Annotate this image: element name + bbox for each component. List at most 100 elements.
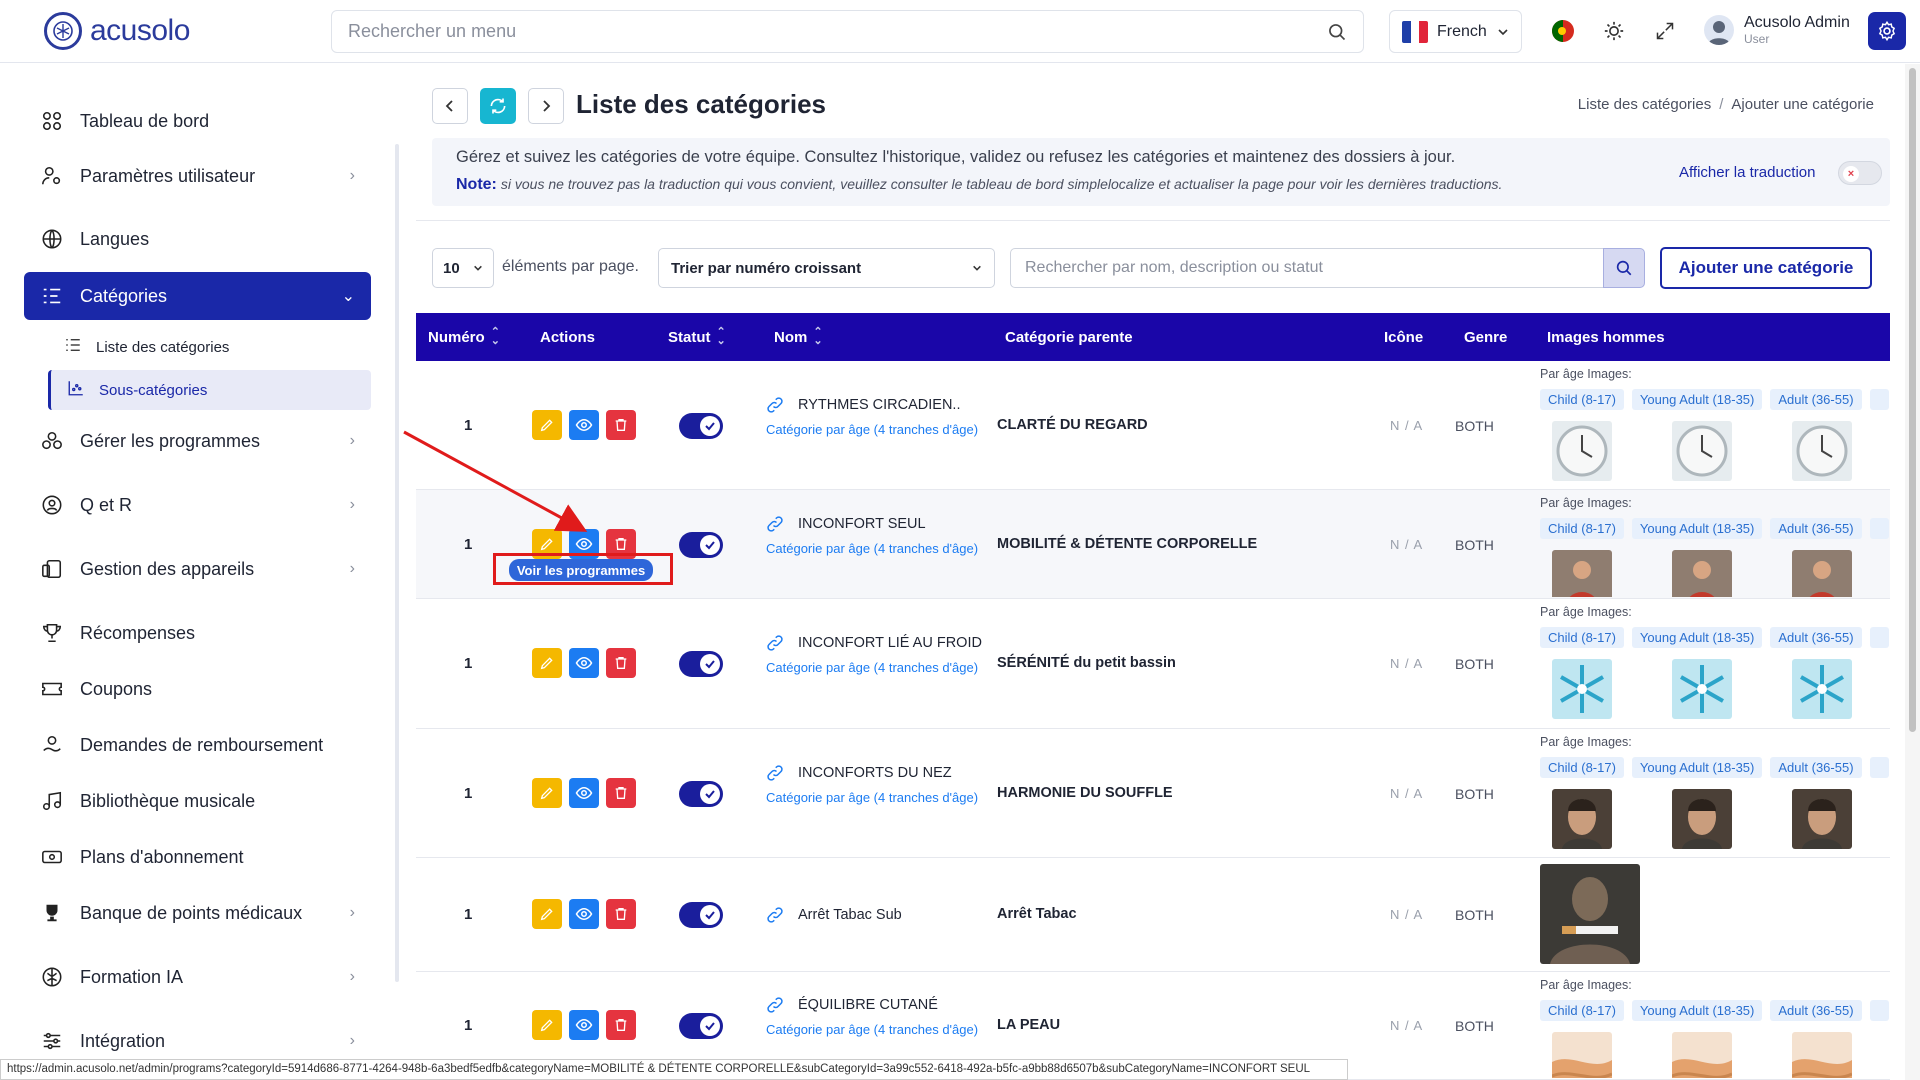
breadcrumb-item[interactable]: Liste des catégories <box>1578 96 1711 113</box>
status-toggle[interactable] <box>679 1013 723 1039</box>
status-toggle[interactable] <box>679 532 723 558</box>
age-thumbnail-image[interactable] <box>1552 659 1612 719</box>
sidebar-item-refund-requests[interactable]: Demandes de remboursement <box>24 721 371 769</box>
forward-button[interactable] <box>528 88 564 124</box>
age-thumbnail-image[interactable] <box>1792 550 1852 597</box>
sidebar-item-categories[interactable]: Catégories ⌄ <box>24 272 371 320</box>
view-programs-button[interactable] <box>569 1010 599 1040</box>
name-cell: ÉQUILIBRE CUTANÉ Catégorie par âge (4 tr… <box>766 996 996 1038</box>
sidebar-item-music-library[interactable]: Bibliothèque musicale <box>24 777 371 825</box>
sidebar-item-label: Gestion des appareils <box>80 558 255 579</box>
status-toggle[interactable] <box>679 902 723 928</box>
breadcrumb-item[interactable]: Ajouter une catégorie <box>1731 96 1874 113</box>
name-cell: INCONFORTS DU NEZ Catégorie par âge (4 t… <box>766 764 996 806</box>
age-thumbnail-image[interactable] <box>1792 1032 1852 1078</box>
eye-icon <box>575 418 593 432</box>
sidebar-scrollbar[interactable] <box>395 144 399 982</box>
sidebar-item-subscription-plans[interactable]: Plans d'abonnement <box>24 833 371 881</box>
translation-toggle[interactable]: × <box>1838 161 1882 185</box>
men-images-cell <box>1540 864 1890 966</box>
sidebar-item-ai-training[interactable]: Formation IA › <box>24 953 371 1001</box>
sidebar-item-user-settings[interactable]: Paramètres utilisateur › <box>24 152 371 200</box>
search-button[interactable] <box>1603 248 1645 288</box>
sidebar-item-medical-points[interactable]: Banque de points médicaux › <box>24 889 371 937</box>
status-toggle[interactable] <box>679 413 723 439</box>
eye-icon <box>575 786 593 800</box>
portugal-flag-icon[interactable] <box>1548 16 1578 46</box>
language-select[interactable]: French <box>1389 10 1522 53</box>
column-header-number[interactable]: Numéro ⌃ ⌄ <box>428 313 500 361</box>
sidebar-item-dashboard[interactable]: Tableau de bord <box>24 97 371 145</box>
sidebar-item-coupons[interactable]: Coupons <box>24 665 371 713</box>
column-header-name[interactable]: Nom ⌃ ⌄ <box>774 313 823 361</box>
age-thumbnail-image[interactable] <box>1672 659 1732 719</box>
age-thumbnail-image[interactable] <box>1552 1032 1612 1078</box>
sidebar-item-qa[interactable]: Q et R › <box>24 481 371 529</box>
view-programs-button[interactable] <box>569 648 599 678</box>
age-thumbnail-image[interactable] <box>1792 421 1852 481</box>
delete-button[interactable] <box>606 410 636 440</box>
scatter-chart-icon <box>67 379 85 401</box>
age-category-link[interactable]: Catégorie par âge (4 tranches d'âge) <box>766 422 996 438</box>
age-images-heading: Par âge Images: <box>1540 367 1632 381</box>
theme-sun-icon[interactable] <box>1599 16 1629 46</box>
age-thumbnail-image[interactable] <box>1672 421 1732 481</box>
status-toggle[interactable] <box>679 651 723 677</box>
subcategory-name: INCONFORT SEUL <box>798 516 926 532</box>
back-button[interactable] <box>432 88 468 124</box>
view-programs-button[interactable] <box>569 410 599 440</box>
age-category-link[interactable]: Catégorie par âge (4 tranches d'âge) <box>766 1022 996 1038</box>
age-thumbnail-image[interactable] <box>1552 789 1612 849</box>
edit-button[interactable] <box>532 778 562 808</box>
column-header-status[interactable]: Statut ⌃ ⌄ <box>668 313 726 361</box>
age-images-heading: Par âge Images: <box>1540 605 1632 619</box>
age-tag: Adult (36-55) <box>1770 518 1862 539</box>
delete-button[interactable] <box>606 648 636 678</box>
sidebar-subitem-category-list[interactable]: Liste des catégories <box>48 327 371 367</box>
age-category-link[interactable]: Catégorie par âge (4 tranches d'âge) <box>766 790 996 806</box>
sidebar-subitem-subcategories[interactable]: Sous-catégories <box>48 370 371 410</box>
trash-icon <box>615 419 627 431</box>
age-thumbnail-image[interactable] <box>1552 550 1612 597</box>
edit-button[interactable] <box>532 899 562 929</box>
link-icon <box>767 997 783 1013</box>
age-thumbnail-image[interactable] <box>1792 789 1852 849</box>
music-note-icon <box>40 789 64 813</box>
edit-button[interactable] <box>532 648 562 678</box>
sidebar-item-rewards[interactable]: Récompenses <box>24 609 371 657</box>
category-search-input[interactable]: Rechercher par nom, description ou statu… <box>1010 248 1605 288</box>
view-programs-button[interactable] <box>569 778 599 808</box>
scrollbar-thumb[interactable] <box>1909 68 1916 732</box>
age-category-link[interactable]: Catégorie par âge (4 tranches d'âge) <box>766 660 996 676</box>
men-images-cell: Par âge Images: Child (8-17) Young Adult … <box>1540 735 1890 856</box>
app-logo[interactable]: acusolo <box>44 12 190 50</box>
per-page-select[interactable]: 10 <box>432 248 494 288</box>
settings-button[interactable] <box>1868 12 1906 50</box>
age-thumbnail-image[interactable] <box>1552 421 1612 481</box>
refresh-button[interactable] <box>480 88 516 124</box>
sort-select[interactable]: Trier par numéro croissant <box>658 248 995 288</box>
sidebar-item-languages[interactable]: Langues <box>24 215 371 263</box>
age-thumbnail-image[interactable] <box>1672 1032 1732 1078</box>
sidebar-item-programs[interactable]: Gérer les programmes › <box>24 417 371 465</box>
menu-search-input[interactable]: Rechercher un menu <box>331 10 1364 53</box>
sidebar-item-devices[interactable]: Gestion des appareils › <box>24 545 371 593</box>
fullscreen-icon[interactable] <box>1650 16 1680 46</box>
edit-button[interactable] <box>532 410 562 440</box>
category-image[interactable] <box>1540 864 1640 964</box>
age-thumbnail-image[interactable] <box>1672 550 1732 597</box>
age-thumbnail-image[interactable] <box>1672 789 1732 849</box>
delete-button[interactable] <box>606 899 636 929</box>
delete-button[interactable] <box>606 778 636 808</box>
delete-button[interactable] <box>606 1010 636 1040</box>
user-menu[interactable]: Acusolo Admin User <box>1704 14 1850 46</box>
page-scrollbar[interactable] <box>1905 64 1920 1080</box>
view-programs-button[interactable] <box>569 899 599 929</box>
sidebar-item-integration[interactable]: Intégration › <box>24 1017 371 1065</box>
age-category-link[interactable]: Catégorie par âge (4 tranches d'âge) <box>766 541 996 557</box>
edit-button[interactable] <box>532 1010 562 1040</box>
age-thumbnail-image[interactable] <box>1792 659 1852 719</box>
add-category-button[interactable]: Ajouter une catégorie <box>1660 247 1872 289</box>
status-toggle[interactable] <box>679 781 723 807</box>
sidebar-item-label: Coupons <box>80 678 153 699</box>
